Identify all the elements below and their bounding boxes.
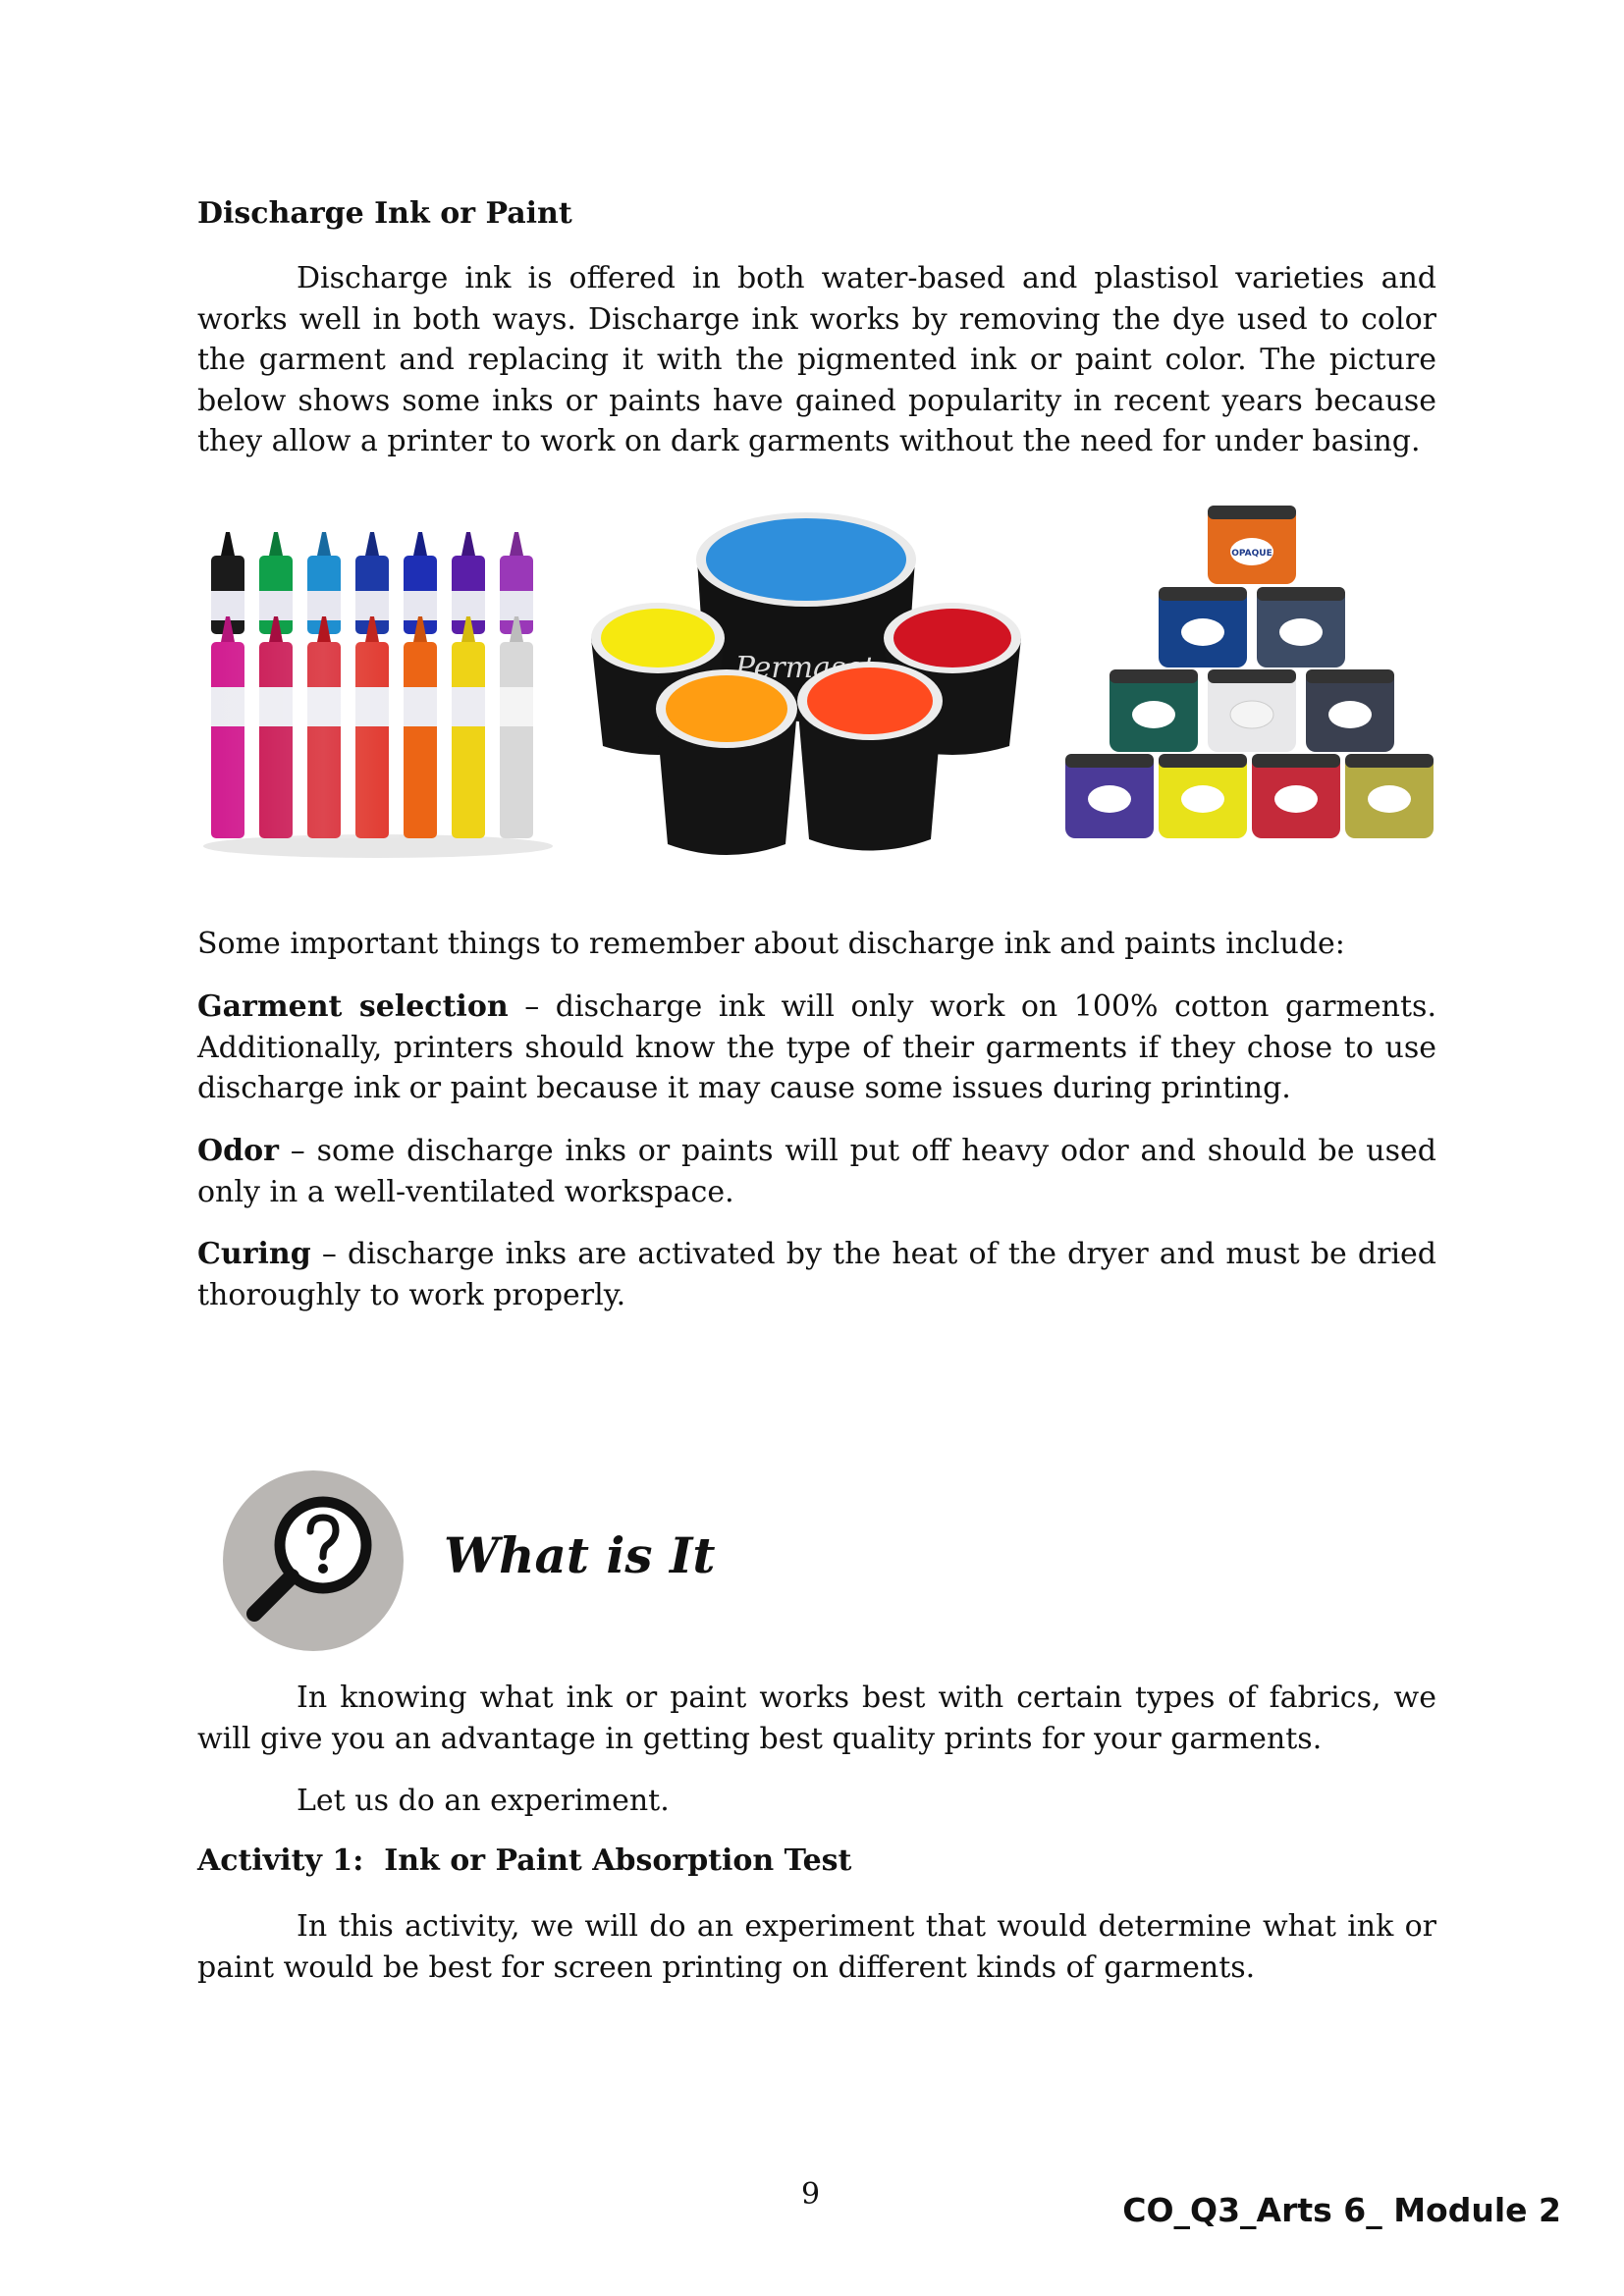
section-title-what-is-it: What is It: [444, 1526, 716, 1584]
remember-term: Odor: [197, 1134, 279, 1168]
jar-brand-label: OPAQUE: [1231, 549, 1272, 559]
magnifier-question-icon: [223, 1470, 404, 1651]
activity-paragraph: In this activity, we will do an experime…: [197, 1909, 1436, 1985]
ink-bottles-image: [203, 532, 553, 858]
opaque-paint-jars-image: OPAQUE: [1065, 506, 1434, 838]
remember-text: – discharge inks are activated by the he…: [197, 1237, 1436, 1312]
what-is-it-paragraph: In knowing what ink or paint works best …: [197, 1681, 1436, 1756]
module-code: CO_Q3_Arts 6_ Module 2: [1122, 2191, 1561, 2229]
remember-item-garment: Garment selection – discharge ink will o…: [197, 987, 1436, 1109]
remember-item-curing: Curing – discharge inks are activated by…: [197, 1234, 1436, 1315]
remember-text: – some discharge inks or paints will put…: [197, 1134, 1436, 1209]
experiment-line: Let us do an experiment.: [297, 1784, 670, 1818]
page-number: 9: [801, 2177, 821, 2212]
section-heading-discharge: Discharge Ink or Paint: [197, 196, 572, 231]
paint-buckets-image: Permaset: [591, 512, 1021, 855]
activity-heading: Activity 1: Ink or Paint Absorption Test: [197, 1843, 852, 1878]
discharge-paragraph: Discharge ink is offered in both water-b…: [197, 261, 1436, 458]
document-page: Discharge Ink or Paint Discharge ink is …: [0, 0, 1624, 2296]
remember-term: Curing: [197, 1237, 311, 1271]
remember-item-odor: Odor – some discharge inks or paints wil…: [197, 1131, 1436, 1212]
remember-term: Garment selection: [197, 989, 509, 1024]
remember-intro: Some important things to remember about …: [197, 927, 1345, 961]
